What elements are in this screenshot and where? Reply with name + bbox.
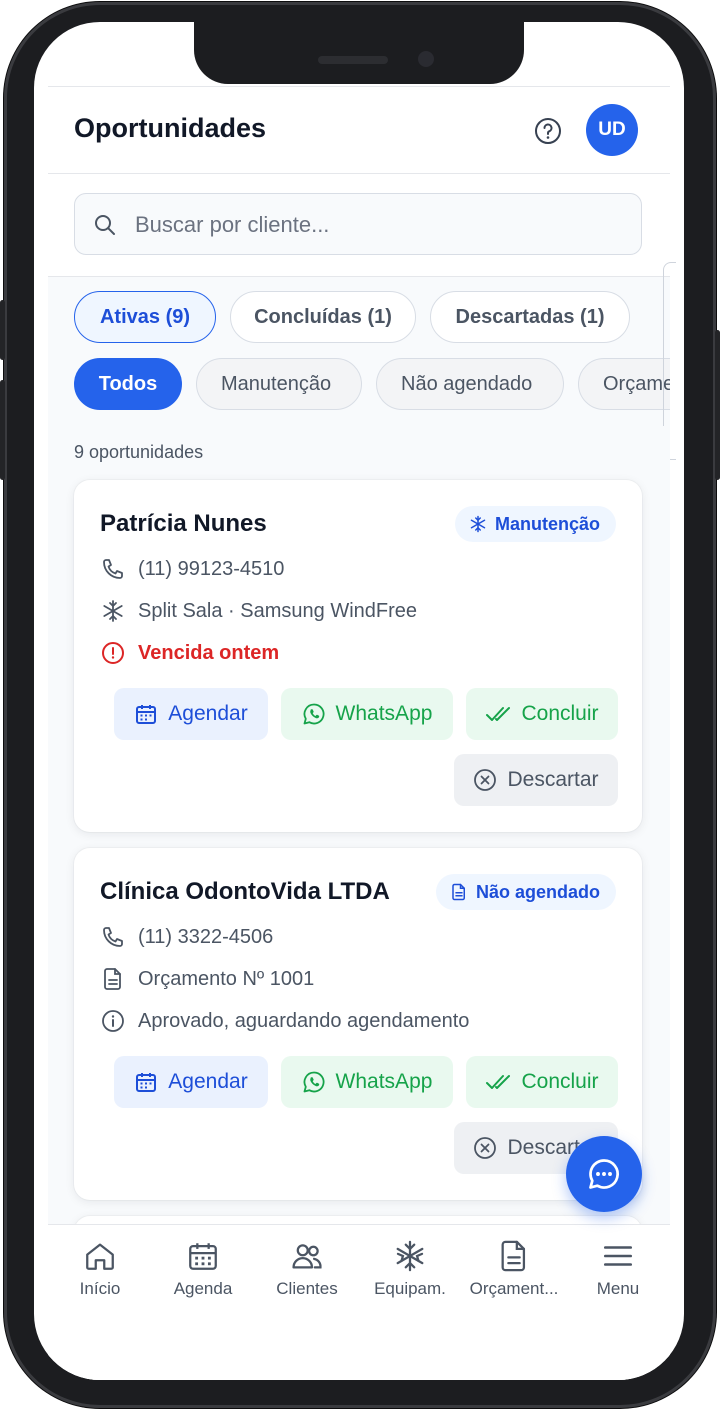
- chat-fab-button[interactable]: [566, 1136, 642, 1212]
- phone-icon: [103, 927, 123, 947]
- search-icon: [95, 215, 115, 235]
- mute-switch: [0, 300, 5, 360]
- tab-descartadas[interactable]: Descartadas (1): [430, 291, 630, 343]
- menu-icon: [603, 1246, 633, 1266]
- type-badge: Manutenção: [454, 506, 616, 542]
- quote-row: Orçamento Nº 1001: [100, 966, 314, 992]
- search-bar[interactable]: [74, 193, 642, 255]
- nav-label: Início: [79, 1279, 121, 1298]
- opportunity-count: 9 oportunidades: [74, 442, 204, 462]
- search-input[interactable]: [133, 204, 617, 246]
- bottom-navigation: Início Agenda Clientes Equipam. Orçament…: [48, 1224, 670, 1325]
- quote-text: Orçamento Nº 1001: [138, 967, 315, 990]
- complete-button[interactable]: Concluir: [466, 688, 618, 740]
- phone-number: (11) 3322-4506: [138, 925, 274, 948]
- nav-orcamentos[interactable]: Orçament...: [462, 1239, 566, 1299]
- document-icon: [104, 968, 121, 990]
- home-indicator-area: [48, 1324, 670, 1380]
- home-icon: [86, 1243, 114, 1270]
- phone-row[interactable]: (11) 99123-4510: [100, 556, 284, 582]
- nav-label: Orçament...: [469, 1279, 559, 1298]
- volume-up-button: [0, 380, 5, 480]
- nav-equipamentos[interactable]: Equipam.: [358, 1239, 462, 1299]
- schedule-button[interactable]: Agendar: [114, 688, 268, 740]
- whatsapp-button[interactable]: WhatsApp: [281, 1056, 453, 1108]
- nav-inicio[interactable]: Início: [48, 1239, 152, 1299]
- client-name: Patrícia Nunes: [100, 510, 267, 537]
- filter-nao-agendado[interactable]: Não agendado: [376, 358, 564, 410]
- tab-concluidas[interactable]: Concluídas (1): [230, 291, 416, 343]
- users-icon: [292, 1244, 322, 1269]
- nav-menu[interactable]: Menu: [566, 1239, 670, 1299]
- filter-todos[interactable]: Todos: [74, 358, 182, 410]
- nav-label: Agenda: [173, 1279, 233, 1298]
- complete-button[interactable]: Concluir: [466, 1056, 618, 1108]
- opportunity-card[interactable]: Clínica OdontoVida LTDA Não agendado (11…: [74, 848, 642, 1200]
- alert-circle-icon: [102, 642, 124, 664]
- whatsapp-icon: [303, 1071, 325, 1093]
- complete-label: Concluir: [521, 1070, 599, 1093]
- client-name: Clínica OdontoVida LTDA: [100, 878, 390, 905]
- nav-label: Menu: [596, 1279, 640, 1298]
- close-circle-icon: [474, 769, 497, 791]
- tab-ativas[interactable]: Ativas (9): [74, 291, 216, 343]
- notch: [194, 22, 524, 84]
- type-badge-label: Manutenção: [494, 513, 600, 534]
- phone-number: (11) 99123-4510: [138, 557, 285, 580]
- schedule-button[interactable]: Agendar: [114, 1056, 268, 1108]
- info-icon: [102, 1010, 124, 1032]
- avatar[interactable]: UD: [586, 104, 638, 156]
- schedule-label: Agendar: [168, 1070, 248, 1093]
- snowflake-icon: [396, 1240, 424, 1272]
- speaker: [318, 56, 388, 64]
- phone-row[interactable]: (11) 3322-4506: [100, 924, 273, 950]
- nav-agenda[interactable]: Agenda: [151, 1239, 255, 1299]
- status-row: Vencida ontem: [100, 640, 279, 666]
- status-text: Vencida ontem: [138, 641, 280, 664]
- page-title: Oportunidades: [74, 113, 267, 143]
- calendar-icon: [136, 1073, 157, 1092]
- type-badge-label: Não agendado: [475, 881, 600, 902]
- opportunity-list: 9 oportunidades Patrícia Nunes Manutençã…: [48, 426, 670, 1256]
- snowflake-icon: [470, 515, 486, 533]
- phone-icon: [103, 559, 123, 579]
- whatsapp-icon: [303, 703, 325, 725]
- nav-clientes[interactable]: Clientes: [255, 1239, 359, 1299]
- chat-icon: [589, 1159, 619, 1189]
- whatsapp-label: WhatsApp: [335, 1070, 433, 1093]
- equipment-text: Split Sala · Samsung WindFree: [138, 599, 418, 622]
- equipment-row: Split Sala · Samsung WindFree: [100, 598, 417, 624]
- help-icon[interactable]: [534, 117, 562, 145]
- app-content: Oportunidades UD Ativas (9) Concluídas (…: [48, 86, 676, 1380]
- document-icon: [501, 1240, 526, 1272]
- status-text: Aprovado, aguardando agendamento: [138, 1009, 470, 1032]
- filter-orcamento[interactable]: Orçame: [578, 358, 670, 410]
- filter-manutencao[interactable]: Manutenção: [196, 358, 362, 410]
- opportunity-card[interactable]: Patrícia Nunes Manutenção (11) 99123-451: [74, 480, 642, 832]
- discard-button[interactable]: Descartar: [454, 754, 618, 806]
- filter-area: Ativas (9) Concluídas (1) Descartadas (1…: [48, 276, 670, 428]
- discard-label: Descartar: [507, 768, 599, 791]
- whatsapp-button[interactable]: WhatsApp: [281, 688, 453, 740]
- double-check-icon: [486, 707, 511, 721]
- snowflake-icon: [103, 600, 123, 622]
- schedule-label: Agendar: [168, 702, 248, 725]
- document-icon: [452, 883, 465, 901]
- whatsapp-label: WhatsApp: [335, 702, 433, 725]
- nav-label: Clientes: [276, 1279, 338, 1298]
- calendar-icon: [189, 1243, 217, 1270]
- front-camera: [418, 51, 434, 67]
- type-badge: Não agendado: [435, 874, 616, 910]
- app-header: Oportunidades UD: [48, 87, 670, 174]
- status-row: Aprovado, aguardando agendamento: [100, 1008, 469, 1034]
- power-button: [715, 330, 720, 480]
- close-circle-icon: [474, 1137, 497, 1159]
- calendar-icon: [136, 705, 157, 724]
- double-check-icon: [486, 1075, 511, 1089]
- phone-screen: Oportunidades UD Ativas (9) Concluídas (…: [34, 22, 684, 1380]
- complete-label: Concluir: [521, 702, 599, 725]
- nav-label: Equipam.: [374, 1279, 446, 1298]
